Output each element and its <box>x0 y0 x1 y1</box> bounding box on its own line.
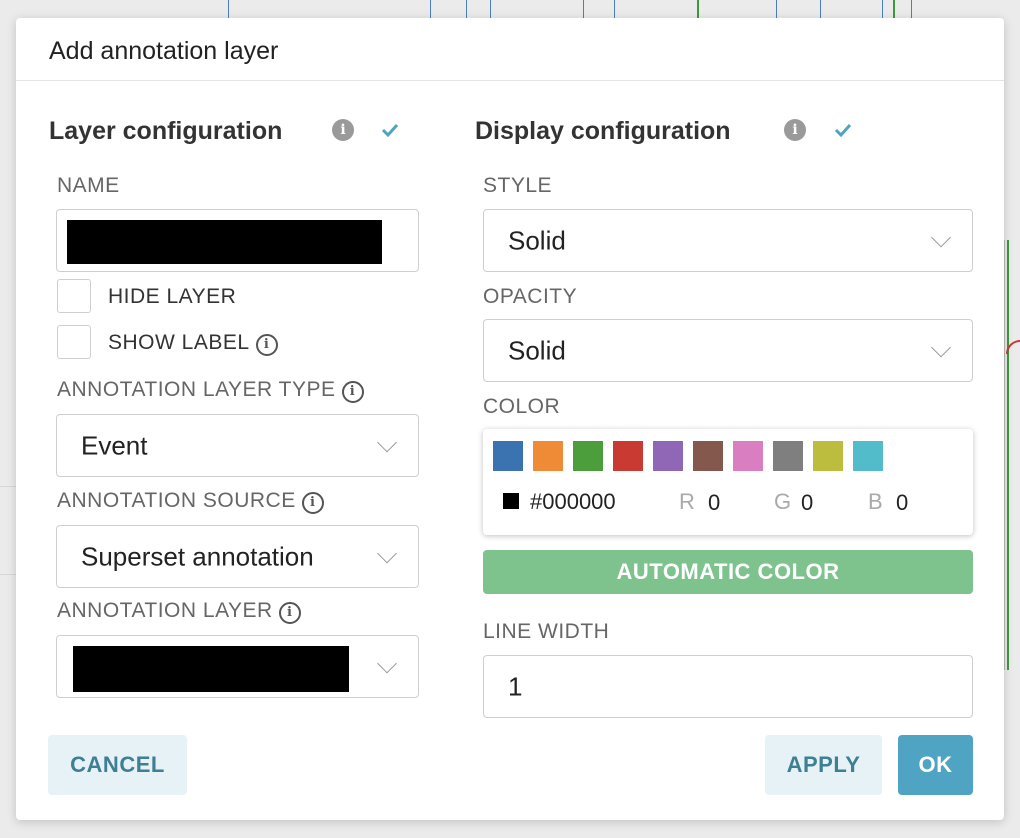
chart-gridline <box>0 574 16 575</box>
automatic-color-button[interactable]: AUTOMATIC COLOR <box>483 550 973 594</box>
chart-gridline <box>0 486 16 487</box>
chart-annotation-line <box>430 0 431 18</box>
chart-annotation-line <box>882 0 883 18</box>
style-select[interactable]: Solid <box>483 209 973 272</box>
info-icon[interactable]: i <box>341 381 364 403</box>
style-label: STYLE <box>483 174 553 197</box>
color-swatch[interactable] <box>493 441 523 471</box>
line-width-value: 1 <box>508 671 523 701</box>
info-icon[interactable]: i <box>255 334 278 356</box>
chart-annotation-line <box>614 0 615 18</box>
chart-annotation-line <box>466 0 467 18</box>
chart-annotation-line <box>228 0 229 18</box>
check-icon <box>381 123 399 138</box>
annotation-source-value: Superset annotation <box>81 541 314 571</box>
b-label: B <box>868 489 883 514</box>
name-input[interactable] <box>56 209 419 272</box>
annotation-layer-select[interactable] <box>56 635 419 698</box>
color-swatch[interactable] <box>653 441 683 471</box>
chevron-down-icon <box>377 543 397 563</box>
check-icon <box>834 123 852 138</box>
annotation-layer-popover: Add annotation layer Layer configuration… <box>16 18 1004 820</box>
r-input[interactable]: 0 <box>708 490 720 516</box>
annotation-layer-type-select[interactable]: Event <box>56 414 419 477</box>
style-value: Solid <box>508 225 566 255</box>
color-label: COLOR <box>483 395 561 418</box>
line-width-input[interactable]: 1 <box>483 655 973 718</box>
b-input[interactable]: 0 <box>896 490 908 516</box>
current-color-swatch <box>503 493 519 509</box>
ok-button[interactable]: OK <box>898 735 973 795</box>
hide-layer-checkbox[interactable] <box>57 279 91 313</box>
dialog-title: Add annotation layer <box>16 18 1004 81</box>
color-swatch[interactable] <box>773 441 803 471</box>
color-swatch[interactable] <box>613 441 643 471</box>
chart-annotation-line <box>911 0 912 18</box>
chart-annotation-line <box>490 0 491 18</box>
chart-edge <box>1004 240 1020 670</box>
line-width-label: LINE WIDTH <box>483 620 610 643</box>
opacity-label: OPACITY <box>483 285 578 308</box>
redacted-annotation-layer-value <box>73 646 349 692</box>
layer-configuration-title: Layer configuration <box>49 117 283 145</box>
name-label: NAME <box>57 174 120 197</box>
color-swatch[interactable] <box>693 441 723 471</box>
chevron-down-icon <box>377 432 397 452</box>
annotation-layer-label: ANNOTATION LAYER i <box>57 599 301 624</box>
color-picker: #000000 R 0 G 0 B 0 <box>483 429 973 535</box>
annotation-source-select[interactable]: Superset annotation <box>56 525 419 588</box>
apply-button[interactable]: APPLY <box>765 735 882 795</box>
chevron-down-icon <box>931 337 951 357</box>
color-swatch[interactable] <box>733 441 763 471</box>
chart-annotation-line <box>893 0 895 18</box>
show-label-label: SHOW LABEL i <box>108 331 278 356</box>
info-icon[interactable]: i <box>278 602 301 624</box>
color-swatch[interactable] <box>813 441 843 471</box>
popover-arrow <box>20 790 32 814</box>
cancel-button[interactable]: CANCEL <box>48 735 187 795</box>
annotation-layer-type-label: ANNOTATION LAYER TYPE i <box>57 378 364 403</box>
chart-annotation-line <box>583 0 584 18</box>
annotation-source-label: ANNOTATION SOURCE i <box>57 489 324 514</box>
g-label: G <box>774 489 792 514</box>
opacity-select[interactable]: Solid <box>483 319 973 382</box>
chevron-down-icon <box>931 227 951 247</box>
chevron-down-icon <box>377 653 397 673</box>
r-label: R <box>679 489 695 514</box>
info-icon[interactable]: i <box>784 119 806 141</box>
info-icon[interactable]: i <box>301 492 324 514</box>
hide-layer-label: HIDE LAYER <box>108 285 237 308</box>
hex-input[interactable]: #000000 <box>530 489 616 515</box>
show-label-checkbox[interactable] <box>57 325 91 359</box>
color-swatch[interactable] <box>533 441 563 471</box>
annotation-layer-type-value: Event <box>81 430 148 460</box>
chart-annotation-line <box>820 0 821 18</box>
color-swatch[interactable] <box>853 441 883 471</box>
info-icon[interactable]: i <box>332 119 354 141</box>
g-input[interactable]: 0 <box>801 490 813 516</box>
chart-annotation-line <box>776 0 777 18</box>
opacity-value: Solid <box>508 335 566 365</box>
redacted-name-value <box>67 220 382 264</box>
color-swatch[interactable] <box>573 441 603 471</box>
chart-annotation-line <box>697 0 699 18</box>
display-configuration-title: Display configuration <box>475 117 731 145</box>
